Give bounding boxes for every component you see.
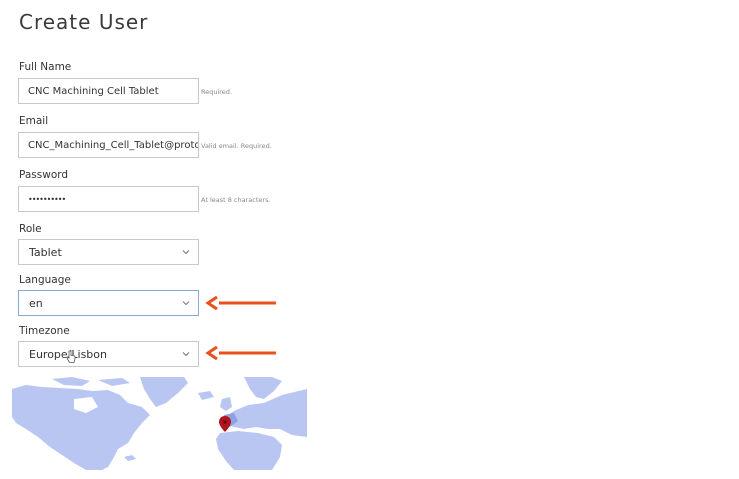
email-label: Email — [19, 115, 49, 127]
role-select[interactable]: Tablet — [18, 239, 199, 265]
full-name-label: Full Name — [19, 61, 72, 73]
page-title: Create User — [19, 10, 149, 34]
email-value: CNC_Machining_Cell_Tablet@protonr — [28, 139, 199, 151]
language-selected-value: en — [29, 296, 43, 310]
email-hint: Valid email. Required. — [201, 142, 272, 150]
password-value: •••••••••• — [28, 194, 66, 204]
role-selected-value: Tablet — [29, 245, 62, 259]
arrow-left-icon — [205, 296, 276, 310]
arrow-left-icon — [205, 346, 276, 360]
password-label: Password — [19, 169, 69, 181]
timezone-map[interactable] — [12, 377, 307, 470]
timezone-label: Timezone — [19, 325, 70, 337]
role-label: Role — [19, 223, 42, 235]
password-input[interactable]: •••••••••• — [18, 186, 199, 212]
hand-pointer-icon — [66, 350, 76, 363]
full-name-input[interactable]: CNC Machining Cell Tablet — [18, 78, 199, 104]
chevron-down-icon — [182, 352, 190, 357]
chevron-down-icon — [182, 250, 190, 255]
email-input[interactable]: CNC_Machining_Cell_Tablet@protonr — [18, 132, 199, 158]
chevron-down-icon — [182, 301, 190, 306]
language-select[interactable]: en — [18, 290, 199, 316]
full-name-value: CNC Machining Cell Tablet — [28, 85, 159, 97]
timezone-select[interactable]: Europe/Lisbon — [18, 341, 199, 367]
full-name-hint: Required. — [201, 88, 232, 96]
password-hint: At least 8 characters. — [201, 196, 271, 204]
language-label: Language — [19, 274, 71, 286]
